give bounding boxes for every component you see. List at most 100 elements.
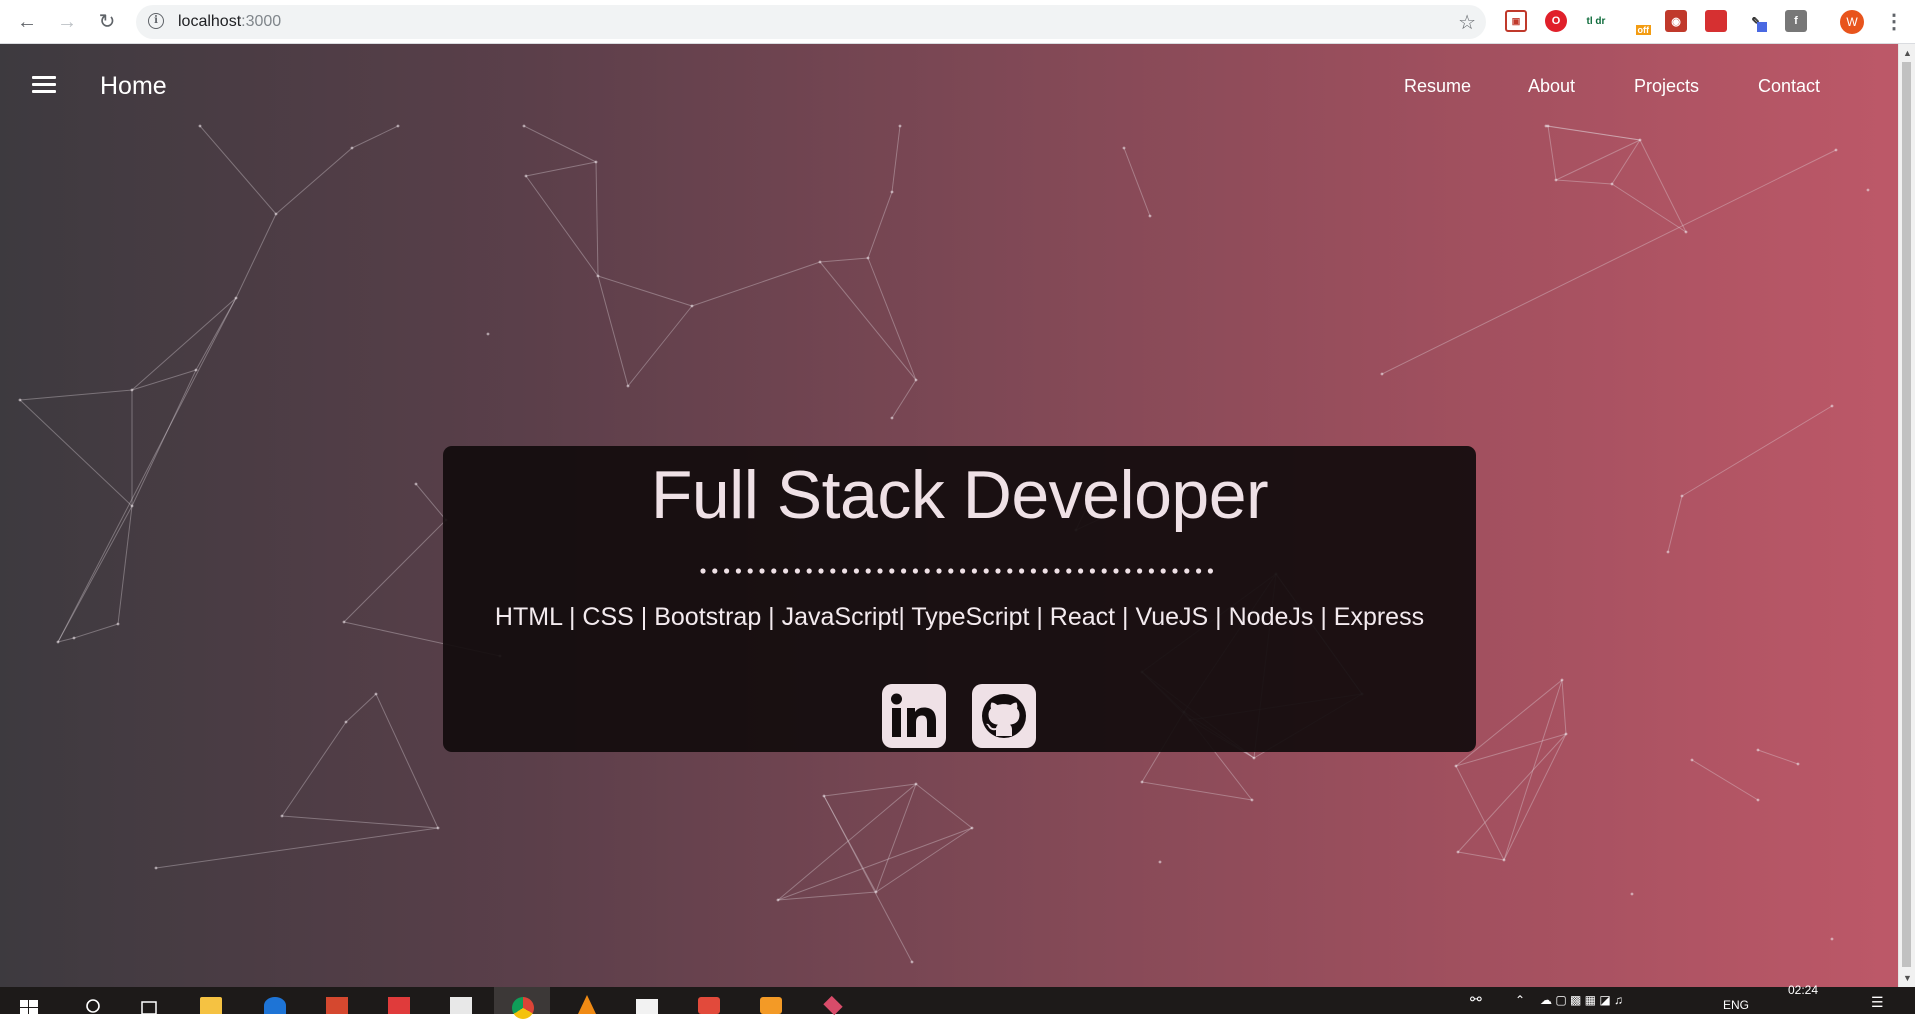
reader-icon[interactable]: ▣ xyxy=(1505,10,1527,32)
divider-dot xyxy=(877,568,883,574)
network-node xyxy=(198,124,202,128)
opera-icon[interactable]: O xyxy=(1545,10,1567,32)
linkedin-icon[interactable] xyxy=(882,684,946,748)
clock-time[interactable]: 02:24 xyxy=(1788,983,1818,997)
network-node xyxy=(690,304,694,308)
facebook-icon[interactable]: f xyxy=(1785,10,1807,32)
app-orange-icon[interactable] xyxy=(760,997,782,1014)
nav-link-resume[interactable]: Resume xyxy=(1404,76,1471,97)
mail-icon[interactable] xyxy=(636,999,658,1014)
url-text[interactable]: localhost:3000 xyxy=(178,13,281,31)
divider-dot xyxy=(1089,568,1095,574)
network-line xyxy=(19,389,133,401)
language-indicator[interactable]: ENG xyxy=(1723,998,1749,1012)
network-line xyxy=(131,369,197,391)
network-line xyxy=(1667,495,1683,553)
divider-dot xyxy=(1160,568,1166,574)
network-node xyxy=(914,378,918,382)
browser-toolbar: ← → ↻ i localhost:3000 ☆ ▣ O tl dr off ◉… xyxy=(0,0,1915,44)
divider-dot xyxy=(1101,568,1107,574)
network-node xyxy=(1684,230,1688,234)
network-line xyxy=(777,783,917,901)
app-p-icon[interactable] xyxy=(698,997,720,1014)
tray-chevron-icon[interactable]: ⌃ xyxy=(1515,993,1525,1007)
network-node xyxy=(914,782,918,786)
hero-card: Full Stack Developer HTML | CSS | Bootst… xyxy=(443,446,1476,752)
app-red-icon[interactable] xyxy=(326,997,348,1014)
network-node xyxy=(1796,762,1800,766)
divider-dot xyxy=(806,568,812,574)
nav-link-about[interactable]: About xyxy=(1528,76,1575,97)
bookmark-red-icon[interactable] xyxy=(1705,10,1727,32)
divider-dot xyxy=(889,568,895,574)
people-icon[interactable]: ⚯ xyxy=(1470,991,1482,1008)
network-line xyxy=(1555,179,1613,185)
network-node xyxy=(234,296,238,300)
scroll-up-icon[interactable]: ▲ xyxy=(1903,48,1912,58)
divider-dot xyxy=(1019,568,1025,574)
windows-start-icon[interactable] xyxy=(18,992,40,1014)
network-line xyxy=(345,693,377,723)
edge-icon[interactable] xyxy=(264,997,286,1014)
network-line xyxy=(199,125,277,215)
screenshot-icon[interactable]: ◉ xyxy=(1665,10,1687,32)
bookmark-star-icon[interactable]: ☆ xyxy=(1458,10,1476,35)
app-tool-icon[interactable] xyxy=(823,995,843,1016)
network-node xyxy=(72,636,76,640)
nav-link-contact[interactable]: Contact xyxy=(1758,76,1820,97)
divider-dot xyxy=(983,568,989,574)
network-line xyxy=(275,147,353,215)
network-node xyxy=(1830,937,1834,941)
network-node xyxy=(1148,214,1152,218)
network-node xyxy=(1638,138,1642,142)
app-book-icon[interactable] xyxy=(388,997,410,1014)
back-icon[interactable]: ← xyxy=(14,9,40,35)
divider-dot xyxy=(724,568,730,574)
reload-icon[interactable]: ↻ xyxy=(94,9,120,35)
network-node xyxy=(1140,780,1144,784)
divider-dot xyxy=(853,568,859,574)
chrome-menu-icon[interactable]: ⋮ xyxy=(1884,8,1904,36)
github-icon[interactable] xyxy=(972,684,1036,748)
forward-icon[interactable]: → xyxy=(54,9,80,35)
network-node xyxy=(1830,404,1834,408)
task-view-icon[interactable] xyxy=(138,992,160,1015)
store-icon[interactable] xyxy=(450,997,472,1014)
file-explorer-icon[interactable] xyxy=(200,997,222,1014)
network-node xyxy=(1380,372,1384,376)
network-node xyxy=(596,274,600,278)
coupon-off-icon[interactable]: off xyxy=(1625,10,1651,35)
divider-dot xyxy=(759,568,765,574)
network-line xyxy=(595,161,599,277)
divider-dot xyxy=(924,568,930,574)
address-bar[interactable]: i localhost:3000 ☆ xyxy=(136,5,1486,39)
tldr-icon[interactable]: tl dr xyxy=(1585,10,1607,32)
nav-link-projects[interactable]: Projects xyxy=(1634,76,1699,97)
divider-dot xyxy=(1125,568,1131,574)
chrome-icon[interactable] xyxy=(512,997,534,1019)
network-node xyxy=(350,146,354,150)
network-node xyxy=(1554,178,1558,182)
search-icon[interactable] xyxy=(82,992,104,1014)
network-line xyxy=(375,693,439,829)
scroll-down-icon[interactable]: ▼ xyxy=(1903,973,1912,983)
tray-app-icons[interactable]: ☁ ▢ ▩ ▦ ◪ ♫ xyxy=(1540,993,1623,1007)
brand-home-link[interactable]: Home xyxy=(100,72,167,101)
notifications-icon[interactable]: ☰ xyxy=(1871,994,1884,1011)
site-info-icon[interactable]: i xyxy=(148,13,164,29)
color-picker-icon[interactable]: ✎ xyxy=(1745,10,1767,32)
network-line xyxy=(627,305,693,387)
network-line xyxy=(235,213,277,299)
divider-dot xyxy=(1113,568,1119,574)
divider-dot xyxy=(1184,568,1190,574)
page-scrollbar[interactable]: ▲ ▼ xyxy=(1898,44,1915,987)
network-node xyxy=(890,416,894,420)
network-node xyxy=(1158,860,1162,864)
scrollbar-thumb[interactable] xyxy=(1902,62,1911,967)
network-node xyxy=(18,398,22,402)
hamburger-menu-icon[interactable] xyxy=(32,76,56,94)
network-line xyxy=(131,297,237,391)
network-node xyxy=(1502,858,1506,862)
divider-dot xyxy=(1078,568,1084,574)
profile-avatar[interactable]: W xyxy=(1840,10,1864,34)
